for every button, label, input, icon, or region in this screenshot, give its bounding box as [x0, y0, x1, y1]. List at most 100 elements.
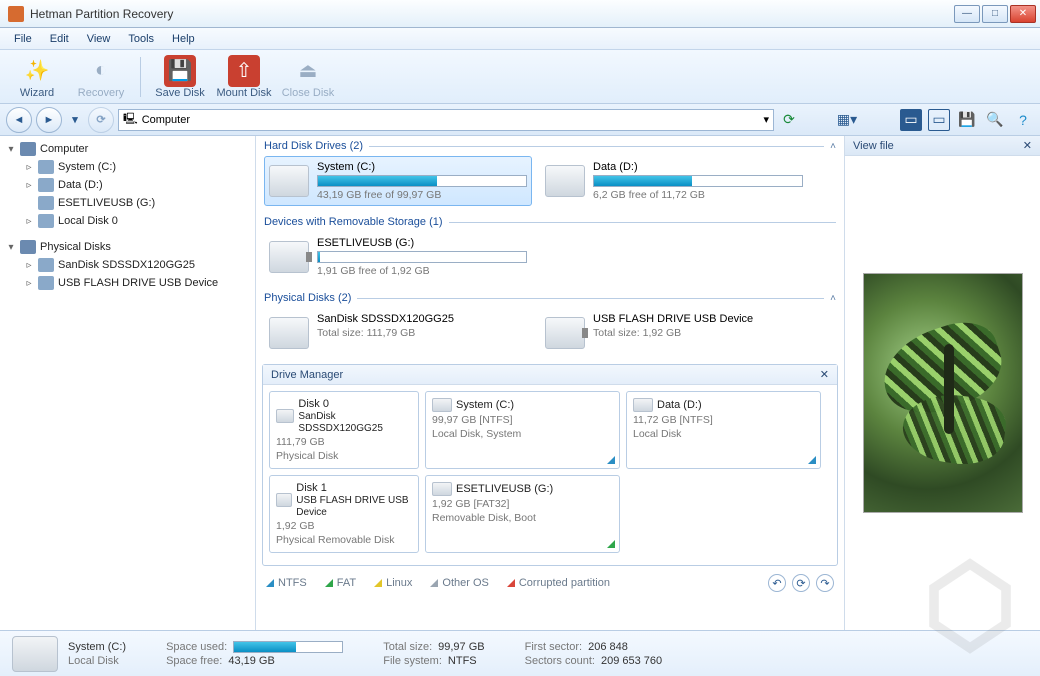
- drive-icon: [545, 165, 585, 197]
- drive-icon: [269, 165, 309, 197]
- help-icon[interactable]: ?: [1012, 109, 1034, 131]
- refresh-button[interactable]: ⟳: [778, 109, 800, 131]
- drive-name: USB FLASH DRIVE USB Device: [593, 313, 803, 325]
- maximize-button[interactable]: □: [982, 5, 1008, 23]
- toolbar-save-disk-label: Save Disk: [155, 87, 205, 99]
- toolbar-close-disk[interactable]: ⏏ Close Disk: [279, 55, 337, 99]
- drive-eset-g[interactable]: ESETLIVEUSB (G:) 1,91 GB free of 1,92 GB: [264, 232, 532, 282]
- nav-bar: ◄ ► ▾ ⟳ 🖳 Computer ▾ ⟳ ▦▾ ▭ ▭ 💾 🔍 ?: [0, 104, 1040, 136]
- drive-icon: [545, 317, 585, 349]
- main-content: Hard Disk Drives (2)˄ System (C:) 43,19 …: [256, 136, 844, 630]
- computer-icon: 🖳: [123, 110, 138, 129]
- menu-tools[interactable]: Tools: [120, 31, 162, 47]
- disk-icon: [276, 409, 294, 423]
- panel-close-icon[interactable]: ✕: [820, 368, 829, 381]
- minimize-button[interactable]: —: [954, 5, 980, 23]
- tree-local0[interactable]: ▹Local Disk 0: [20, 212, 253, 230]
- dm-disk0[interactable]: Disk 0SanDisk SDSSDX120GG25 111,79 GB Ph…: [269, 391, 419, 469]
- drive-free-text: 1,91 GB free of 1,92 GB: [317, 265, 527, 277]
- drive-usage-bar: [317, 251, 527, 263]
- preview-image: [863, 273, 1023, 513]
- watermark-icon: [910, 546, 1030, 666]
- dm-disk1[interactable]: Disk 1USB FLASH DRIVE USB Device 1,92 GB…: [269, 475, 419, 553]
- tree-system-c[interactable]: ▹System (C:): [20, 158, 253, 176]
- nav-forward-button[interactable]: ►: [36, 107, 62, 133]
- tree-physical-disks[interactable]: ▾Physical Disks: [2, 238, 253, 256]
- drive-data-d[interactable]: Data (D:) 6,2 GB free of 11,72 GB: [540, 156, 808, 206]
- status-drive-icon: [12, 636, 58, 672]
- status-drive-name: System (C:): [68, 641, 126, 653]
- viewfile-close-icon[interactable]: ✕: [1023, 139, 1032, 152]
- nav-up-button[interactable]: ⟳: [88, 107, 114, 133]
- status-bar: System (C:) Local Disk Space used: Space…: [0, 630, 1040, 676]
- app-icon: [8, 6, 24, 22]
- nav-back-button[interactable]: ◄: [6, 107, 32, 133]
- phys-usb[interactable]: USB FLASH DRIVE USB Device Total size: 1…: [540, 308, 808, 354]
- section-removable: Devices with Removable Storage (1): [256, 212, 844, 232]
- drive-name: Data (D:): [593, 161, 803, 173]
- tree-usbflash[interactable]: ▹USB FLASH DRIVE USB Device: [20, 274, 253, 292]
- toolbar-save-disk[interactable]: 💾 Save Disk: [151, 55, 209, 99]
- toolbar-mount-disk[interactable]: ⇧ Mount Disk: [215, 55, 273, 99]
- recovery-icon: ◐: [85, 55, 117, 87]
- drive-icon: [269, 241, 309, 273]
- search-icon[interactable]: 🔍: [984, 109, 1006, 131]
- close-button[interactable]: ✕: [1010, 5, 1036, 23]
- save-icon[interactable]: 💾: [956, 109, 978, 131]
- menu-edit[interactable]: Edit: [42, 31, 77, 47]
- toolbar-wizard-label: Wizard: [20, 87, 54, 99]
- toolbar-recovery-label: Recovery: [78, 87, 124, 99]
- collapse-phys-icon[interactable]: ˄: [830, 293, 836, 304]
- address-dropdown-icon[interactable]: ▾: [763, 113, 769, 126]
- list-view-button[interactable]: ▭: [928, 109, 950, 131]
- dm-part-d[interactable]: Data (D:) 11,72 GB [NTFS] Local Disk: [626, 391, 821, 469]
- dm-part-c[interactable]: System (C:) 99,97 GB [NTFS] Local Disk, …: [425, 391, 620, 469]
- toolbar-recovery[interactable]: ◐ Recovery: [72, 55, 130, 99]
- drive-total-text: Total size: 111,79 GB: [317, 327, 527, 339]
- menu-view[interactable]: View: [79, 31, 119, 47]
- view-mode-icon[interactable]: ▦▾: [836, 109, 858, 131]
- dm-undo-button[interactable]: ↶: [768, 574, 786, 592]
- address-bar[interactable]: 🖳 Computer ▾: [118, 109, 774, 131]
- menu-file[interactable]: File: [6, 31, 40, 47]
- title-bar: Hetman Partition Recovery — □ ✕: [0, 0, 1040, 28]
- drive-free-text: 43,19 GB free of 99,97 GB: [317, 189, 527, 201]
- partition-icon: [432, 398, 452, 412]
- toolbar-mount-disk-label: Mount Disk: [216, 87, 271, 99]
- viewfile-title: View file: [853, 140, 894, 152]
- drive-icon: [269, 317, 309, 349]
- drive-name: ESETLIVEUSB (G:): [317, 237, 527, 249]
- nav-dropdown-button[interactable]: ▾: [66, 108, 84, 132]
- collapse-hdd-icon[interactable]: ˄: [830, 141, 836, 152]
- filesystem-legend: NTFS FAT Linux Other OS Corrupted partit…: [256, 570, 844, 596]
- mount-disk-icon: ⇧: [228, 55, 260, 87]
- icon-view-button[interactable]: ▭: [900, 109, 922, 131]
- drive-manager-title: Drive Manager: [271, 369, 343, 381]
- status-drive-type: Local Disk: [68, 655, 126, 667]
- window-title: Hetman Partition Recovery: [28, 7, 954, 21]
- close-disk-icon: ⏏: [292, 55, 324, 87]
- dm-redo-button[interactable]: ↷: [816, 574, 834, 592]
- address-text: Computer: [142, 114, 190, 126]
- drive-usage-bar: [593, 175, 803, 187]
- save-disk-icon: 💾: [164, 55, 196, 87]
- tree-data-d[interactable]: ▹Data (D:): [20, 176, 253, 194]
- wizard-icon: ✨: [21, 55, 53, 87]
- dm-part-g[interactable]: ESETLIVEUSB (G:) 1,92 GB [FAT32] Removab…: [425, 475, 620, 553]
- toolbar-close-disk-label: Close Disk: [282, 87, 335, 99]
- dm-refresh-button[interactable]: ⟳: [792, 574, 810, 592]
- drive-name: SanDisk SDSSDX120GG25: [317, 313, 527, 325]
- drive-system-c[interactable]: System (C:) 43,19 GB free of 99,97 GB: [264, 156, 532, 206]
- tree-eset-g[interactable]: ESETLIVEUSB (G:): [20, 194, 253, 212]
- tree-sandisk[interactable]: ▹SanDisk SDSSDX120GG25: [20, 256, 253, 274]
- phys-sandisk[interactable]: SanDisk SDSSDX120GG25 Total size: 111,79…: [264, 308, 532, 354]
- toolbar-wizard[interactable]: ✨ Wizard: [8, 55, 66, 99]
- toolbar: ✨ Wizard ◐ Recovery 💾 Save Disk ⇧ Mount …: [0, 50, 1040, 104]
- partition-icon: [633, 398, 653, 412]
- menu-help[interactable]: Help: [164, 31, 203, 47]
- tree-computer[interactable]: ▾Computer: [2, 140, 253, 158]
- section-hdd: Hard Disk Drives (2)˄: [256, 136, 844, 156]
- drive-total-text: Total size: 1,92 GB: [593, 327, 803, 339]
- drive-name: System (C:): [317, 161, 527, 173]
- section-physical: Physical Disks (2)˄: [256, 288, 844, 308]
